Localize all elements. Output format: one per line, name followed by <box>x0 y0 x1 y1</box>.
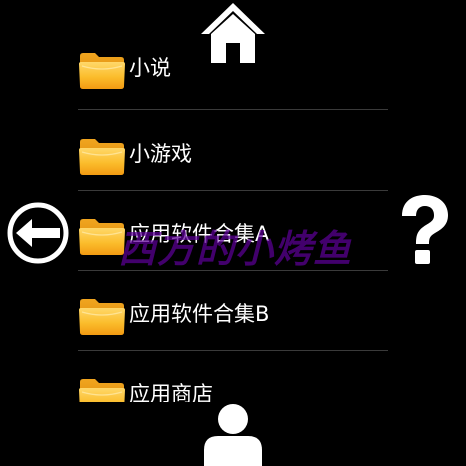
folder-label: 应用商店 <box>129 382 213 402</box>
folder-label: 应用软件合集B <box>129 302 270 326</box>
folder-icon <box>79 299 125 335</box>
home-icon <box>201 3 265 63</box>
folder-label: 应用软件合集A <box>129 222 270 246</box>
folder-label: 小游戏 <box>129 142 192 166</box>
folder-icon <box>79 53 125 89</box>
user-button[interactable] <box>196 402 270 466</box>
folder-list[interactable]: 小说 小游戏 应用软件合集A 应用软件合集B 应用商店 <box>78 52 388 402</box>
back-arrow-icon <box>7 202 69 264</box>
folder-icon <box>79 139 125 175</box>
home-button[interactable] <box>199 0 267 66</box>
user-icon <box>204 404 262 466</box>
folder-label: 小说 <box>129 56 171 80</box>
folder-icon <box>79 379 125 402</box>
help-icon <box>402 195 448 264</box>
file-browser-screen: 小说 小游戏 应用软件合集A 应用软件合集B 应用商店 西方的小烤鱼 <box>0 0 466 466</box>
list-item-folder[interactable]: 应用商店 <box>78 350 388 402</box>
help-button[interactable] <box>392 194 456 266</box>
folder-icon <box>79 219 125 255</box>
list-item-folder[interactable]: 应用软件合集A <box>78 190 388 270</box>
list-item-folder[interactable]: 小游戏 <box>78 110 388 190</box>
back-button[interactable] <box>0 202 78 264</box>
list-item-folder[interactable]: 应用软件合集B <box>78 270 388 350</box>
